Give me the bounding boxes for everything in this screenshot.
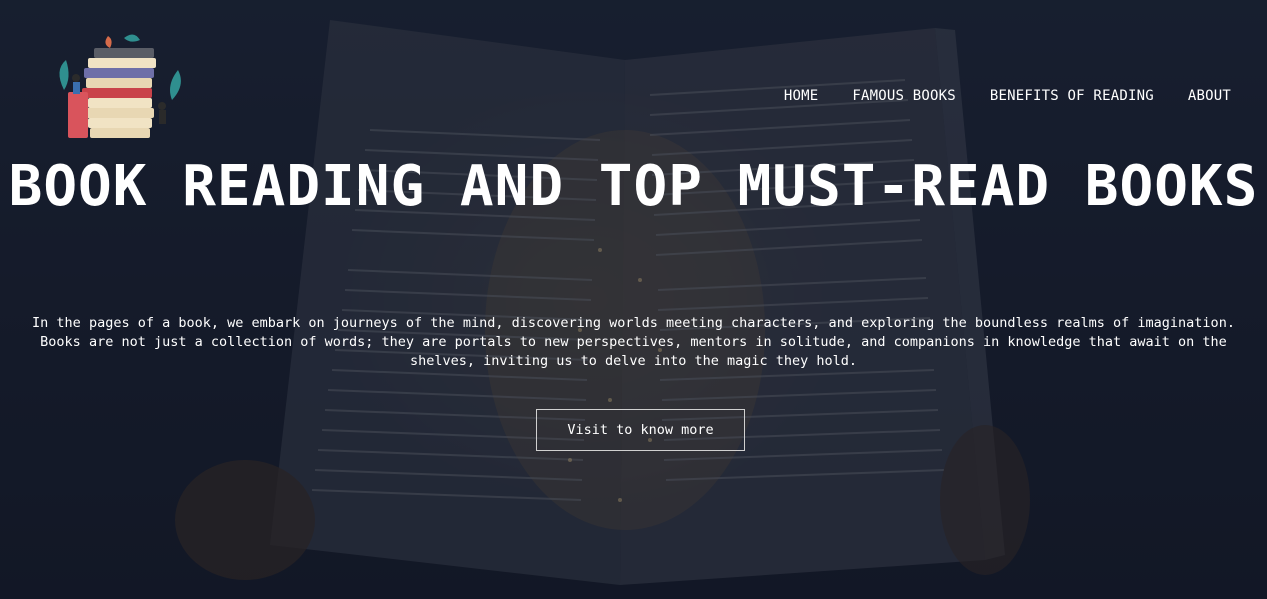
main-navigation: HOME FAMOUS BOOKS BENEFITS OF READING AB…: [784, 88, 1231, 104]
visit-to-know-more-button[interactable]: Visit to know more: [536, 409, 745, 451]
nav-item-benefits-of-reading[interactable]: BENEFITS OF READING: [990, 88, 1154, 104]
nav-item-about[interactable]: ABOUT: [1188, 88, 1231, 104]
nav-item-home[interactable]: HOME: [784, 88, 819, 104]
page-title: BOOK READING AND TOP MUST-READ BOOKS: [8, 154, 1259, 219]
book-stack-icon[interactable]: [54, 30, 184, 142]
hero-description: In the pages of a book, we embark on jou…: [32, 315, 1235, 369]
hero-section: HOME FAMOUS BOOKS BENEFITS OF READING AB…: [0, 0, 1267, 599]
nav-item-famous-books[interactable]: FAMOUS BOOKS: [852, 88, 956, 104]
